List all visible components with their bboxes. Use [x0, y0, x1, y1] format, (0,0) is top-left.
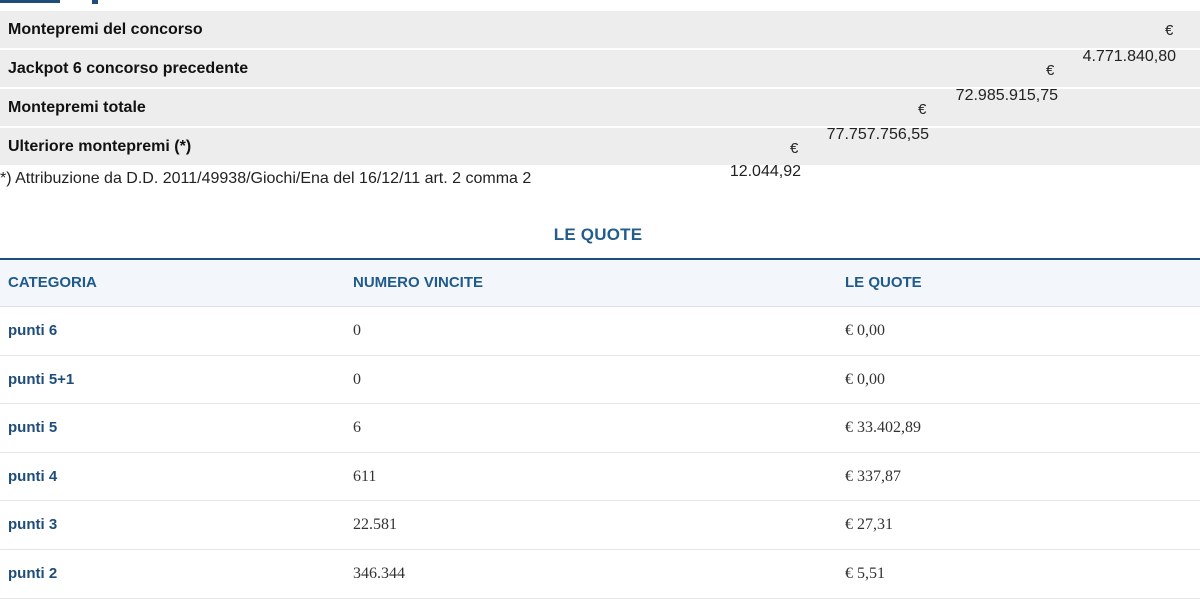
- column-header-quote: LE QUOTE: [845, 274, 922, 291]
- table-row: punti 5+1 0 € 0,00: [0, 355, 1200, 405]
- category-cell: punti 5: [8, 419, 58, 437]
- currency-symbol: €: [1046, 62, 1055, 79]
- montepremi-row: Jackpot 6 concorso precedente 4.771.840,…: [0, 48, 1200, 87]
- prize-cell: € 33.402,89: [845, 419, 921, 437]
- winners-cell: 0: [353, 370, 361, 388]
- table-row: punti 2 346.344 € 5,51: [0, 549, 1200, 599]
- heading-underline: [0, 0, 60, 3]
- heading-glyph-fragment: [92, 0, 98, 4]
- montepremi-value: 12.044,92: [729, 163, 801, 180]
- montepremi-value: 77.757.756,55: [826, 126, 929, 143]
- montepremi-label: Ulteriore montepremi (*): [8, 138, 192, 155]
- montepremi-label: Jackpot 6 concorso precedente: [8, 60, 249, 77]
- montepremi-row: Ulteriore montepremi (*) 77.757.756,55 €: [0, 126, 1200, 165]
- quote-table: CATEGORIA NUMERO VINCITE LE QUOTE punti …: [0, 260, 1200, 599]
- montepremi-label: Montepremi totale: [8, 99, 146, 116]
- currency-symbol: €: [790, 140, 799, 157]
- winners-cell: 0: [353, 322, 361, 339]
- montepremi-value: 4.771.840,80: [1082, 48, 1176, 65]
- montepremi-value: 72.985.915,75: [955, 87, 1058, 104]
- column-header-categoria: CATEGORIA: [8, 274, 97, 291]
- prize-cell: € 27,31: [845, 516, 893, 534]
- prize-cell: € 0,00: [845, 370, 885, 388]
- montepremi-row: Montepremi totale 72.985.915,75 €: [0, 87, 1200, 126]
- prize-cell: € 5,51: [845, 564, 885, 582]
- category-cell: punti 6: [8, 322, 58, 339]
- category-cell: punti 4: [8, 467, 58, 485]
- currency-symbol: €: [918, 101, 927, 118]
- category-cell: punti 3: [8, 516, 58, 534]
- table-row: punti 5 6 € 33.402,89: [0, 404, 1200, 453]
- prize-cell: € 337,87: [845, 467, 901, 485]
- section-heading-fragment: [0, 0, 1200, 10]
- currency-symbol: €: [1165, 22, 1174, 39]
- prize-cell: € 0,00: [845, 322, 885, 339]
- quote-section-title: LE QUOTE: [553, 225, 643, 244]
- table-row: punti 3 22.581 € 27,31: [0, 501, 1200, 550]
- winners-cell: 6: [353, 419, 361, 437]
- table-header: CATEGORIA NUMERO VINCITE LE QUOTE: [0, 260, 1200, 307]
- category-cell: punti 5+1: [8, 370, 75, 388]
- winners-cell: 346.344: [353, 564, 405, 582]
- montepremi-label: Montepremi del concorso: [8, 21, 203, 38]
- winners-cell: 22.581: [353, 516, 397, 534]
- montepremi-row: Montepremi del concorso €: [0, 11, 1200, 48]
- table-row: punti 4 611 € 337,87: [0, 452, 1200, 502]
- category-cell: punti 2: [8, 564, 58, 582]
- column-header-numero-vincite: NUMERO VINCITE: [353, 274, 484, 291]
- table-row: punti 6 0 € 0,00: [0, 307, 1200, 356]
- winners-cell: 611: [353, 467, 377, 485]
- footnote: *) Attribuzione da D.D. 2011/49938/Gioch…: [0, 170, 532, 187]
